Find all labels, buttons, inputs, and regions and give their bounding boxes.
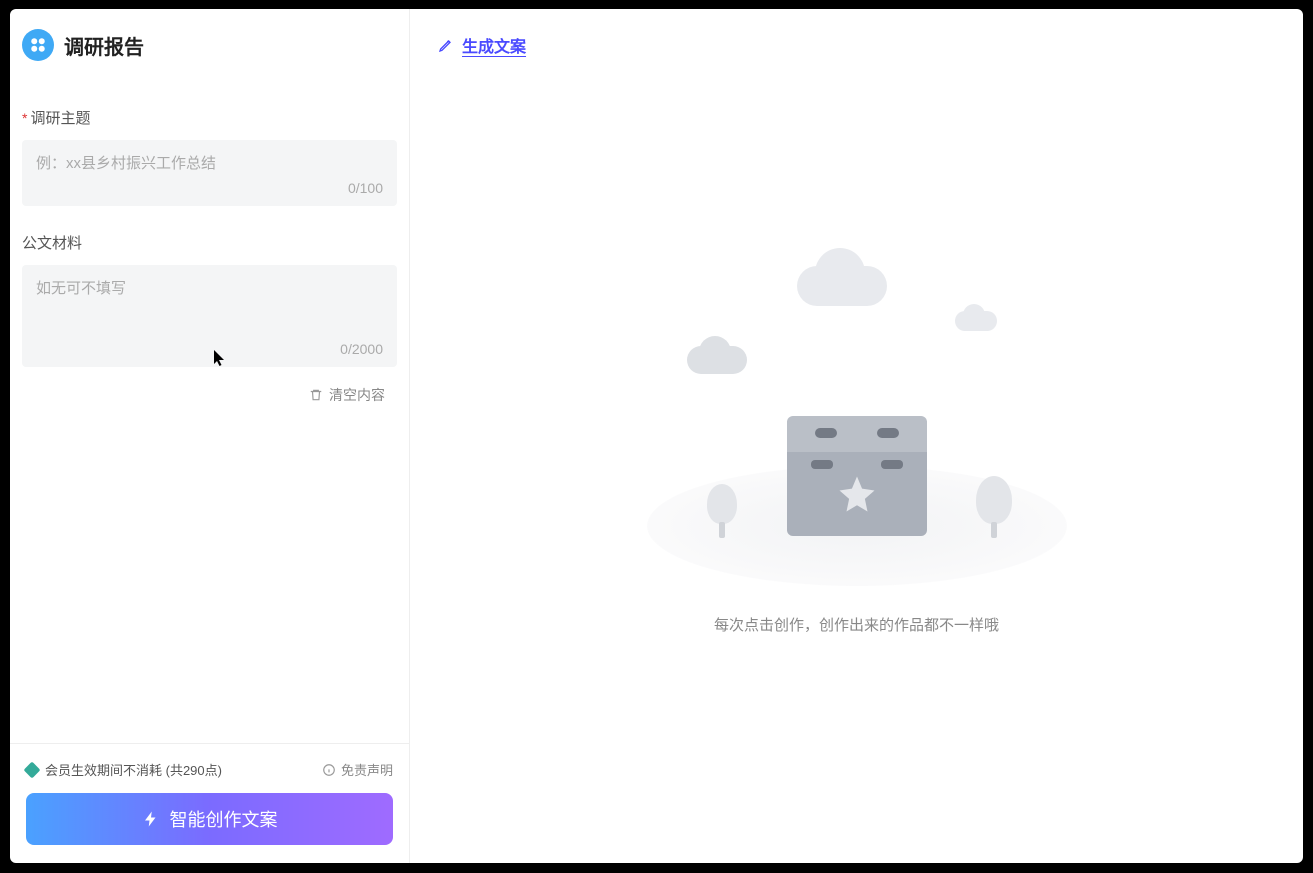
empty-state: 每次点击创作，创作出来的作品都不一样哦 xyxy=(410,67,1303,863)
field-material-label-text: 公文材料 xyxy=(22,232,82,253)
sidebar-footer: 会员生效期间不消耗 (共290点) 免责声明 智能创作文案 xyxy=(10,743,409,863)
content-area: 生成文案 每次点击创作，创作出来的作品都不一样哦 xyxy=(410,9,1303,863)
topic-counter: 0/100 xyxy=(36,180,383,196)
content-header[interactable]: 生成文案 xyxy=(410,9,1303,67)
credits-info: 会员生效期间不消耗 (共290点) xyxy=(26,760,222,779)
field-topic-label: * 调研主题 xyxy=(22,107,397,128)
disclaimer-text: 免责声明 xyxy=(341,760,393,779)
box-icon xyxy=(787,416,927,536)
topic-input[interactable] xyxy=(36,152,383,174)
pencil-icon xyxy=(438,37,454,53)
topic-input-wrap[interactable]: 0/100 xyxy=(22,140,397,206)
diamond-icon xyxy=(24,761,41,778)
generate-button-label: 智能创作文案 xyxy=(170,806,278,832)
footer-info-row: 会员生效期间不消耗 (共290点) 免责声明 xyxy=(26,760,393,779)
credits-text: 会员生效期间不消耗 (共290点) xyxy=(45,760,222,779)
field-topic: * 调研主题 0/100 xyxy=(22,107,397,206)
tree-icon xyxy=(707,484,737,538)
form-area: * 调研主题 0/100 公文材料 0/2000 清空内 xyxy=(10,71,409,743)
clear-content-button[interactable]: 清空内容 xyxy=(22,367,397,405)
sidebar: 调研报告 * 调研主题 0/100 公文材料 0/2000 xyxy=(10,9,410,863)
field-material-label: 公文材料 xyxy=(22,232,397,253)
cloud-icon xyxy=(955,311,997,331)
content-header-label: 生成文案 xyxy=(462,33,526,57)
generate-button[interactable]: 智能创作文案 xyxy=(26,793,393,845)
cloud-icon xyxy=(797,266,887,306)
trash-icon xyxy=(309,388,323,402)
bolt-icon xyxy=(142,810,160,828)
field-topic-label-text: 调研主题 xyxy=(30,107,90,128)
material-counter: 0/2000 xyxy=(36,341,383,357)
empty-state-text: 每次点击创作，创作出来的作品都不一样哦 xyxy=(714,614,999,635)
app-window: 调研报告 * 调研主题 0/100 公文材料 0/2000 xyxy=(10,9,1303,863)
page-title: 调研报告 xyxy=(64,31,144,60)
disclaimer-link[interactable]: 免责声明 xyxy=(322,760,393,779)
info-icon xyxy=(322,763,336,777)
material-input-wrap[interactable]: 0/2000 xyxy=(22,265,397,367)
field-material: 公文材料 0/2000 xyxy=(22,232,397,367)
sidebar-header: 调研报告 xyxy=(10,9,409,71)
star-icon xyxy=(836,473,878,515)
logo-icon xyxy=(22,29,54,61)
material-input[interactable] xyxy=(36,277,383,335)
clear-content-label: 清空内容 xyxy=(329,385,385,405)
required-star: * xyxy=(22,111,27,125)
cloud-icon xyxy=(687,346,747,374)
empty-illustration xyxy=(647,256,1067,586)
tree-icon xyxy=(976,476,1012,538)
